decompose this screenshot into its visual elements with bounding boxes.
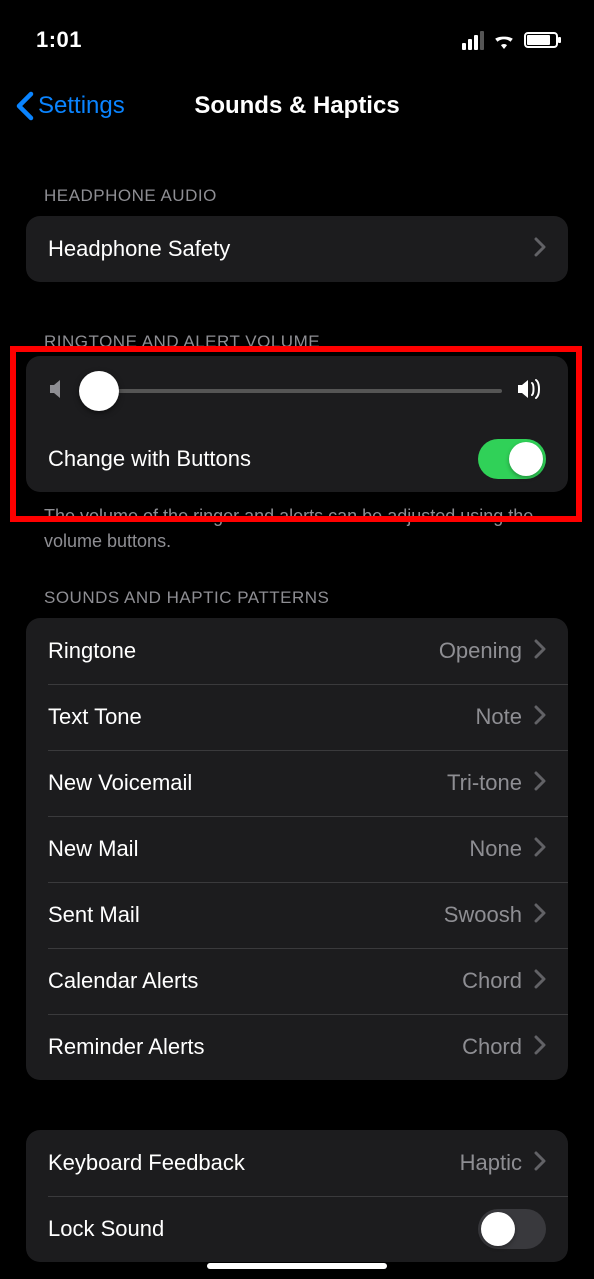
row-value: Haptic bbox=[460, 1150, 522, 1176]
status-bar: 1:01 bbox=[0, 0, 594, 60]
chevron-left-icon bbox=[16, 91, 34, 121]
row-value: Tri-tone bbox=[447, 770, 522, 796]
home-indicator[interactable] bbox=[207, 1263, 387, 1269]
group-ringtone-volume: Change with Buttons bbox=[26, 356, 568, 492]
row-keyboard-feedback[interactable]: Keyboard Feedback Haptic bbox=[26, 1130, 568, 1196]
status-icons bbox=[462, 31, 558, 50]
group-system-sounds: Keyboard Feedback Haptic Lock Sound bbox=[26, 1130, 568, 1262]
toggle-change-with-buttons[interactable] bbox=[478, 439, 546, 479]
battery-icon bbox=[524, 32, 558, 48]
slider-thumb[interactable] bbox=[79, 371, 119, 411]
back-label: Settings bbox=[38, 92, 125, 120]
chevron-right-icon bbox=[534, 903, 546, 928]
row-label: Sent Mail bbox=[48, 902, 140, 928]
row-value: None bbox=[469, 836, 522, 862]
row-headphone-safety[interactable]: Headphone Safety bbox=[26, 216, 568, 282]
row-ringtone[interactable]: Ringtone Opening bbox=[26, 618, 568, 684]
volume-slider[interactable] bbox=[82, 389, 502, 393]
row-label: Change with Buttons bbox=[48, 446, 251, 472]
group-headphone: Headphone Safety bbox=[26, 216, 568, 282]
row-label: Calendar Alerts bbox=[48, 968, 198, 994]
back-button[interactable]: Settings bbox=[16, 91, 125, 121]
row-label: New Mail bbox=[48, 836, 138, 862]
row-value: Opening bbox=[439, 638, 522, 664]
row-sent-mail[interactable]: Sent Mail Swoosh bbox=[26, 882, 568, 948]
row-change-with-buttons: Change with Buttons bbox=[26, 426, 568, 492]
row-new-voicemail[interactable]: New Voicemail Tri-tone bbox=[26, 750, 568, 816]
row-lock-sound: Lock Sound bbox=[26, 1196, 568, 1262]
row-label: Text Tone bbox=[48, 704, 142, 730]
section-footer-ringtone-volume: The volume of the ringer and alerts can … bbox=[44, 504, 550, 554]
row-label: Ringtone bbox=[48, 638, 136, 664]
row-reminder-alerts[interactable]: Reminder Alerts Chord bbox=[26, 1014, 568, 1080]
toggle-lock-sound[interactable] bbox=[478, 1209, 546, 1249]
chevron-right-icon bbox=[534, 837, 546, 862]
chevron-right-icon bbox=[534, 237, 546, 262]
wifi-icon bbox=[492, 31, 516, 49]
row-text-tone[interactable]: Text Tone Note bbox=[26, 684, 568, 750]
chevron-right-icon bbox=[534, 1151, 546, 1176]
section-header-headphone: HEADPHONE AUDIO bbox=[44, 186, 568, 206]
row-value: Chord bbox=[462, 968, 522, 994]
row-new-mail[interactable]: New Mail None bbox=[26, 816, 568, 882]
row-label: New Voicemail bbox=[48, 770, 192, 796]
row-calendar-alerts[interactable]: Calendar Alerts Chord bbox=[26, 948, 568, 1014]
speaker-low-icon bbox=[48, 378, 68, 405]
chevron-right-icon bbox=[534, 969, 546, 994]
row-volume-slider bbox=[26, 356, 568, 426]
speaker-high-icon bbox=[516, 377, 546, 406]
row-label: Keyboard Feedback bbox=[48, 1150, 245, 1176]
row-value: Note bbox=[476, 704, 522, 730]
row-value: Chord bbox=[462, 1034, 522, 1060]
cellular-icon bbox=[462, 31, 484, 50]
row-label: Headphone Safety bbox=[48, 236, 230, 262]
section-header-patterns: SOUNDS AND HAPTIC PATTERNS bbox=[44, 588, 568, 608]
chevron-right-icon bbox=[534, 1035, 546, 1060]
group-patterns: Ringtone Opening Text Tone Note New Voic… bbox=[26, 618, 568, 1080]
chevron-right-icon bbox=[534, 771, 546, 796]
status-time: 1:01 bbox=[36, 27, 82, 53]
chevron-right-icon bbox=[534, 639, 546, 664]
chevron-right-icon bbox=[534, 705, 546, 730]
nav-header: Settings Sounds & Haptics bbox=[0, 76, 594, 136]
row-value: Swoosh bbox=[444, 902, 522, 928]
row-label: Reminder Alerts bbox=[48, 1034, 205, 1060]
row-label: Lock Sound bbox=[48, 1216, 164, 1242]
section-header-ringtone-volume: RINGTONE AND ALERT VOLUME bbox=[44, 332, 568, 346]
